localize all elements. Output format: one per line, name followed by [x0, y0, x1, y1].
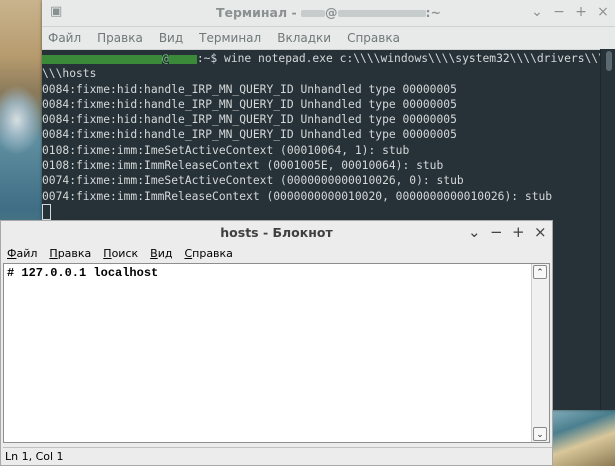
redacted-hostname [337, 10, 426, 17]
output-line: 0074:fixme:imm:ImmReleaseContext (000000… [42, 189, 553, 203]
scroll-up-icon[interactable]: ⌃ [533, 265, 547, 279]
minimize-icon[interactable]: − [553, 4, 565, 20]
output-line: 0108:fixme:imm:ImmReleaseContext (000100… [42, 159, 444, 173]
close-icon[interactable]: × [597, 4, 609, 20]
notepad-vertical-scrollbar[interactable]: ⌃ ⌄ [531, 264, 549, 442]
np-menu-search[interactable]: Поиск [103, 247, 138, 260]
chevron-down-icon[interactable]: ⌄ [468, 223, 481, 241]
command-wrap: \\\hosts [42, 67, 97, 81]
terminal-title-text: Терминал - [215, 5, 302, 20]
desktop-wallpaper-corner [553, 405, 615, 466]
terminal-title: Терминал - @:~ [215, 5, 442, 20]
notepad-text-area[interactable]: # 127.0.0.1 localhost ⌃ ⌄ [3, 263, 550, 443]
chevron-down-icon[interactable]: ⌄ [531, 4, 543, 20]
notepad-menubar: Файл Правка Поиск Вид Справка [1, 243, 552, 263]
menu-terminal[interactable]: Терминал [199, 31, 261, 45]
output-line: 0084:fixme:hid:handle_IRP_MN_QUERY_ID Un… [42, 97, 457, 111]
menu-edit[interactable]: Правка [97, 31, 143, 45]
menu-tabs[interactable]: Вкладки [277, 31, 331, 45]
menu-file[interactable]: Файл [48, 31, 81, 45]
terminal-menubar: Файл Правка Вид Терминал Вкладки Справка [42, 27, 615, 50]
scroll-down-icon[interactable]: ⌄ [533, 427, 547, 441]
notepad-status-bar: Ln 1, Col 1 [3, 447, 552, 466]
redacted-username [301, 10, 326, 17]
notepad-window[interactable]: hosts - Блокнот ⌄ − + × Файл Правка Поис… [0, 220, 553, 466]
np-menu-view[interactable]: Вид [150, 247, 172, 260]
terminal-scroll-thumb[interactable] [606, 51, 612, 71]
output-line: 0108:fixme:imm:ImeSetActiveContext (0001… [42, 143, 410, 157]
terminal-prompt-line: @:~$ wine notepad.exe c:\\\\windows\\\\s… [42, 51, 615, 66]
notepad-window-buttons: ⌄ − + × [468, 223, 547, 241]
maximize-icon[interactable]: + [512, 223, 525, 241]
np-menu-file[interactable]: Файл [7, 247, 37, 260]
notepad-content[interactable]: # 127.0.0.1 localhost [7, 266, 158, 280]
minimize-icon[interactable]: − [490, 223, 503, 241]
terminal-cursor [42, 203, 51, 220]
redacted-prompt-user [42, 54, 162, 64]
menu-help[interactable]: Справка [347, 31, 400, 45]
output-line: 0084:fixme:hid:handle_IRP_MN_QUERY_ID Un… [42, 82, 457, 96]
maximize-icon[interactable]: + [575, 4, 587, 20]
terminal-titlebar[interactable]: ▣ Терминал - @:~ ⌄ − + × [42, 0, 615, 27]
close-icon[interactable]: × [534, 223, 547, 241]
terminal-window-buttons: ⌄ − + × [531, 4, 609, 20]
output-line: 0074:fixme:imm:ImeSetActiveContext (0000… [42, 174, 464, 188]
redacted-prompt-host [168, 54, 197, 64]
menu-view[interactable]: Вид [159, 31, 183, 45]
np-menu-help[interactable]: Справка [184, 247, 232, 260]
prompt-path: :~$ [196, 52, 218, 65]
command-text: wine notepad.exe c:\\\\windows\\\\system… [217, 52, 615, 65]
notepad-titlebar[interactable]: hosts - Блокнот ⌄ − + × [1, 221, 552, 243]
np-menu-edit[interactable]: Правка [49, 247, 91, 260]
terminal-scrollbar[interactable] [600, 49, 615, 410]
terminal-title-suffix: :~ [425, 5, 442, 20]
output-line: 0084:fixme:hid:handle_IRP_MN_QUERY_ID Un… [42, 128, 457, 142]
output-line: 0084:fixme:hid:handle_IRP_MN_QUERY_ID Un… [42, 113, 457, 127]
